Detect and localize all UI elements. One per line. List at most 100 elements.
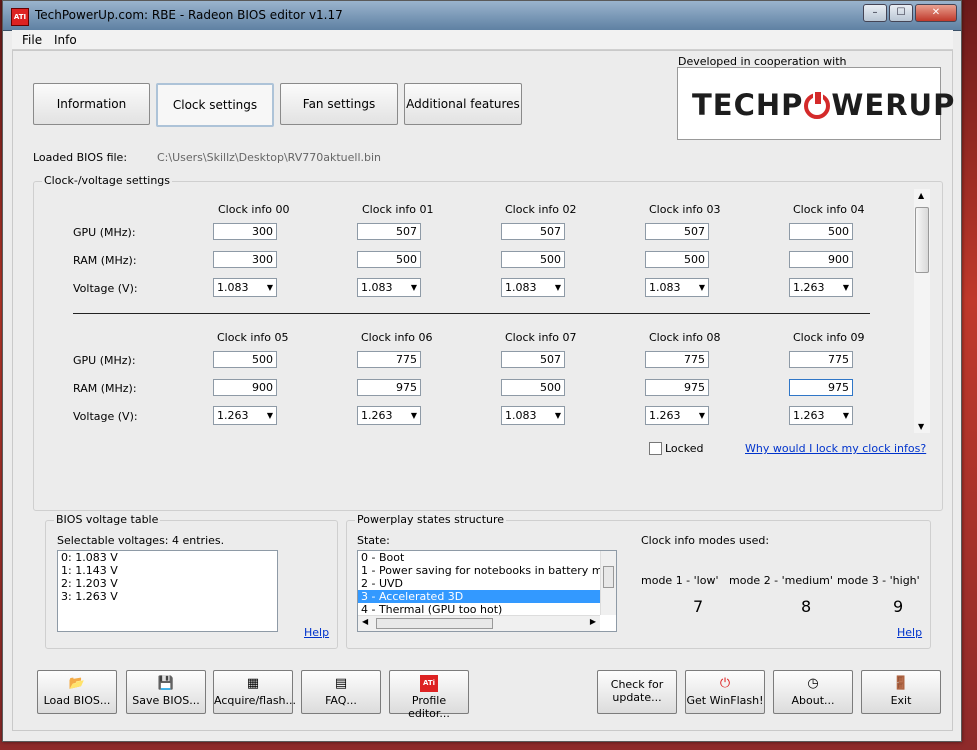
voltage-list[interactable]: 0: 1.083 V 1: 1.143 V 2: 1.203 V 3: 1.26… xyxy=(57,550,278,632)
why-lock-link[interactable]: Why would I lock my clock infos? xyxy=(745,442,926,455)
ram-clock-input[interactable]: 500 xyxy=(357,251,421,268)
gpu-clock-input[interactable]: 775 xyxy=(357,351,421,368)
ram-clock-input[interactable]: 500 xyxy=(501,251,565,268)
ram-clock-input[interactable]: 975 xyxy=(357,379,421,396)
get-winflash-button[interactable]: ⏻ Get WinFlash! xyxy=(685,670,765,714)
scroll-right-arrow-icon[interactable]: ▶ xyxy=(590,617,596,626)
list-item[interactable]: 2: 1.203 V xyxy=(58,577,277,590)
dropdown-arrow-icon: ▼ xyxy=(266,283,273,292)
rbe-window: ATI TechPowerUp.com: RBE - Radeon BIOS e… xyxy=(2,0,962,742)
exit-button[interactable]: 🚪 Exit xyxy=(861,670,941,714)
list-item-selected[interactable]: 3 - Accelerated 3D xyxy=(358,590,600,603)
gpu-clock-input[interactable]: 300 xyxy=(213,223,277,240)
voltage-select[interactable]: 1.263 ▼ xyxy=(357,406,421,425)
about-button[interactable]: ◷ About... xyxy=(773,670,853,714)
close-button[interactable]: ✕ xyxy=(915,4,957,22)
voltage-select[interactable]: 1.083 ▼ xyxy=(501,406,565,425)
gpu-clock-input[interactable]: 507 xyxy=(645,223,709,240)
scroll-thumb[interactable] xyxy=(376,618,493,629)
techpowerup-logo[interactable]: TECHP WERUP xyxy=(677,67,954,140)
dropdown-arrow-icon: ▼ xyxy=(554,411,561,420)
dropdown-arrow-icon: ▼ xyxy=(410,283,417,292)
list-item[interactable]: 2 - UVD xyxy=(358,577,600,590)
minimize-button[interactable]: – xyxy=(863,4,887,22)
ram-clock-input[interactable]: 500 xyxy=(645,251,709,268)
scroll-thumb[interactable] xyxy=(915,207,929,273)
scroll-down-arrow-icon[interactable]: ▼ xyxy=(918,422,924,431)
mode-high-label: mode 3 - 'high' xyxy=(837,574,920,587)
state-list-hscroll[interactable]: ◀ ▶ xyxy=(358,615,600,631)
clock-info-header: Clock info 02 xyxy=(505,203,577,216)
voltage-select[interactable]: 1.263 ▼ xyxy=(213,406,277,425)
powerplay-state-list[interactable]: 0 - Boot 1 - Power saving for notebooks … xyxy=(357,550,617,632)
gpu-clock-input[interactable]: 507 xyxy=(501,223,565,240)
dropdown-arrow-icon: ▼ xyxy=(842,283,849,292)
voltage-select[interactable]: 1.083 ▼ xyxy=(501,278,565,297)
faq-button[interactable]: ▤ FAQ... xyxy=(301,670,381,714)
list-item[interactable]: 0: 1.083 V xyxy=(58,551,277,564)
voltage-select[interactable]: 1.083 ▼ xyxy=(645,278,709,297)
mode-medium-value: 8 xyxy=(801,597,812,616)
list-item[interactable]: 1: 1.143 V xyxy=(58,564,277,577)
mode-high-value: 9 xyxy=(893,597,904,616)
list-item[interactable]: 0 - Boot xyxy=(358,551,600,564)
document-icon: ▤ xyxy=(334,676,348,691)
powerplay-help-link[interactable]: Help xyxy=(897,626,922,639)
dropdown-arrow-icon: ▼ xyxy=(554,283,561,292)
menu-file[interactable]: File xyxy=(22,33,42,47)
tab-additional-features[interactable]: Additional features xyxy=(404,83,522,125)
voltage-select[interactable]: 1.083 ▼ xyxy=(357,278,421,297)
window-title: TechPowerUp.com: RBE - Radeon BIOS edito… xyxy=(35,8,343,22)
scroll-left-arrow-icon[interactable]: ◀ xyxy=(362,617,368,626)
ram-clock-input[interactable]: 300 xyxy=(213,251,277,268)
clock-info-header: Clock info 08 xyxy=(649,331,721,344)
ram-clock-input[interactable]: 975 xyxy=(645,379,709,396)
check-update-button[interactable]: Check for update... xyxy=(597,670,677,714)
gpu-clock-input[interactable]: 500 xyxy=(213,351,277,368)
gpu-label: GPU (MHz): xyxy=(73,226,136,239)
chip-icon: ▦ xyxy=(246,676,260,691)
load-bios-button[interactable]: 📂 Load BIOS... xyxy=(37,670,117,714)
gpu-clock-input[interactable]: 775 xyxy=(789,351,853,368)
clock-info-header: Clock info 03 xyxy=(649,203,721,216)
power-icon xyxy=(804,90,831,119)
gpu-clock-input[interactable]: 775 xyxy=(645,351,709,368)
gpu-clock-input[interactable]: 507 xyxy=(357,223,421,240)
scroll-thumb[interactable] xyxy=(603,566,614,588)
tab-fan-settings[interactable]: Fan settings xyxy=(280,83,398,125)
voltage-select[interactable]: 1.083 ▼ xyxy=(213,278,277,297)
power-icon: ⏻ xyxy=(719,676,731,691)
exit-door-icon: 🚪 xyxy=(892,676,910,691)
profile-editor-button[interactable]: ATi Profile editor... xyxy=(389,670,469,720)
state-list-vscroll[interactable] xyxy=(600,551,616,615)
tab-clock-settings[interactable]: Clock settings xyxy=(156,83,274,127)
save-bios-button[interactable]: 💾 Save BIOS... xyxy=(126,670,206,714)
voltage-help-link[interactable]: Help xyxy=(304,626,329,639)
clock-info-header: Clock info 05 xyxy=(217,331,289,344)
voltage-select[interactable]: 1.263 ▼ xyxy=(789,406,853,425)
gpu-clock-input[interactable]: 500 xyxy=(789,223,853,240)
voltage-label: Voltage (V): xyxy=(73,410,138,423)
menu-info[interactable]: Info xyxy=(54,33,77,47)
voltage-select[interactable]: 1.263 ▼ xyxy=(645,406,709,425)
voltage-select[interactable]: 1.263 ▼ xyxy=(789,278,853,297)
list-item[interactable]: 3: 1.263 V xyxy=(58,590,277,603)
locked-checkbox[interactable] xyxy=(649,442,662,455)
ram-clock-input[interactable]: 500 xyxy=(501,379,565,396)
maximize-button[interactable]: ☐ xyxy=(889,4,913,22)
list-item[interactable]: 1 - Power saving for notebooks in batter… xyxy=(358,564,600,577)
title-bar[interactable]: ATI TechPowerUp.com: RBE - Radeon BIOS e… xyxy=(3,1,961,31)
scroll-up-arrow-icon[interactable]: ▲ xyxy=(918,191,924,200)
clock-info-header: Clock info 06 xyxy=(361,331,433,344)
ram-clock-input[interactable]: 900 xyxy=(213,379,277,396)
menu-bar: File Info xyxy=(12,30,953,50)
gpu-clock-input[interactable]: 507 xyxy=(501,351,565,368)
acquire-flash-button[interactable]: ▦ Acquire/flash... xyxy=(213,670,296,714)
clock-info-header: Clock info 09 xyxy=(793,331,865,344)
tab-information[interactable]: Information xyxy=(33,83,150,125)
clock-scrollbar[interactable]: ▲ ▼ xyxy=(914,189,930,433)
ram-clock-input[interactable]: 900 xyxy=(789,251,853,268)
ram-clock-input[interactable]: 975 xyxy=(789,379,853,396)
bios-voltage-table-title: BIOS voltage table xyxy=(54,513,161,526)
dropdown-arrow-icon: ▼ xyxy=(266,411,273,420)
